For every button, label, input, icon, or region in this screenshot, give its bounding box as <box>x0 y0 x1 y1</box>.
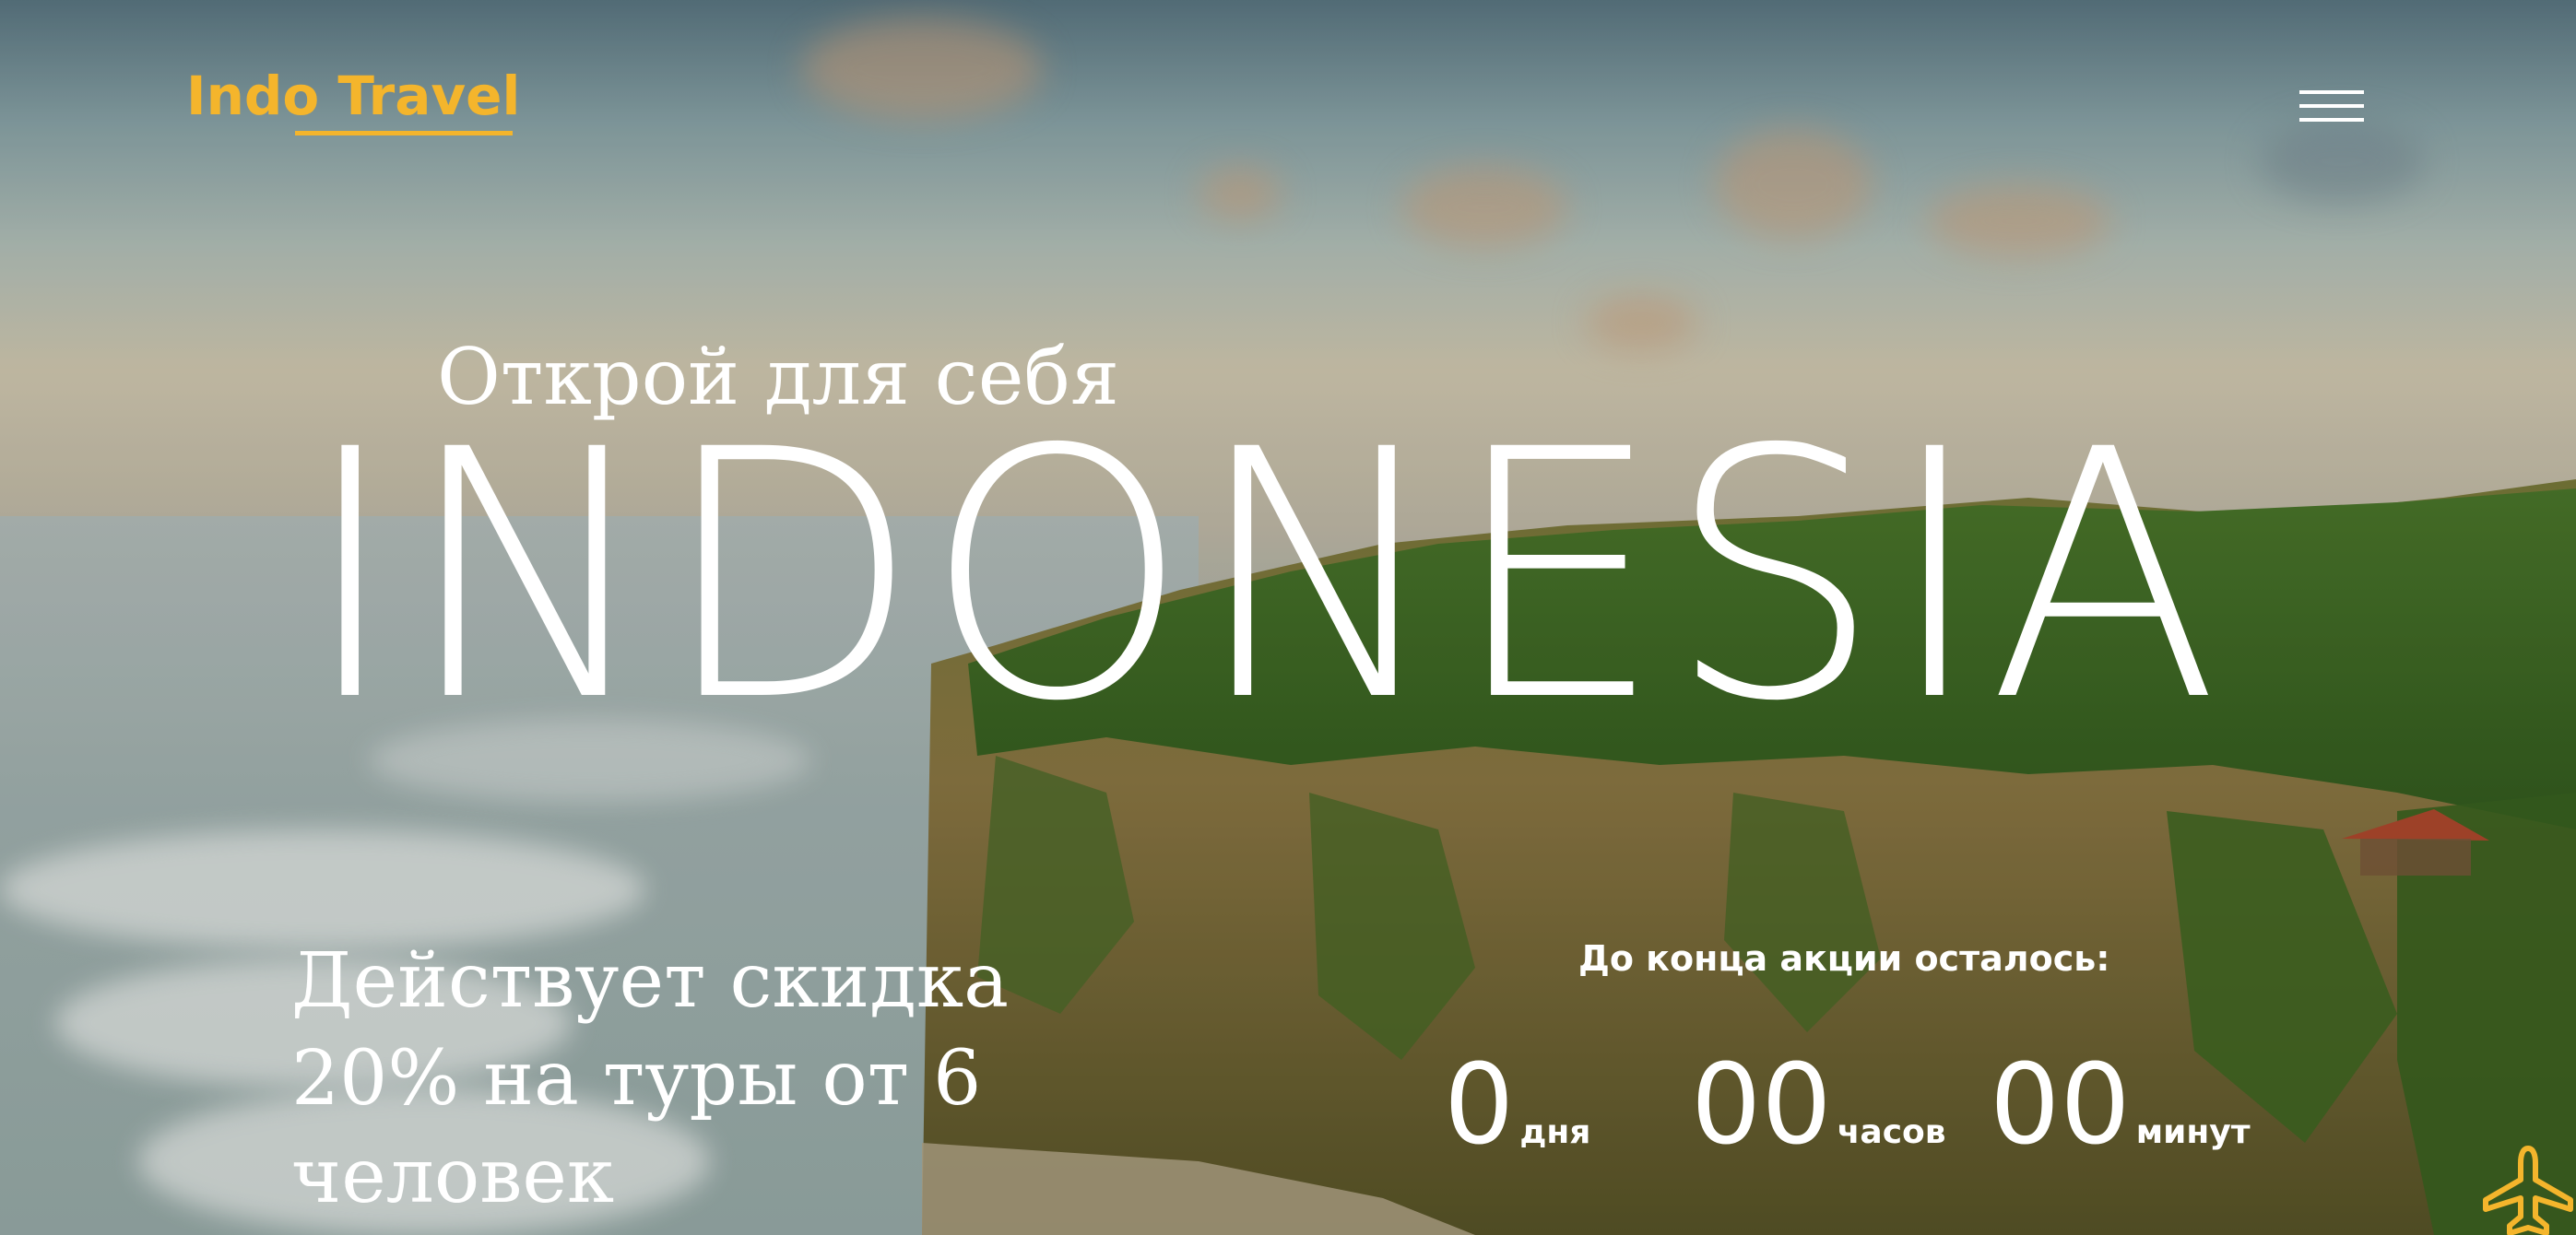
countdown-minutes: 00 минут <box>1990 1051 2251 1161</box>
countdown-minutes-unit: минут <box>2135 1113 2251 1151</box>
countdown-days-unit: дня <box>1519 1113 1591 1151</box>
countdown-days-value: 0 <box>1444 1041 1515 1170</box>
hamburger-line <box>2299 90 2364 94</box>
logo-underline <box>295 131 513 135</box>
countdown-hours-value: 00 <box>1691 1041 1832 1170</box>
promo-text: Действует скидка 20% на туры от 6 челове… <box>291 937 1009 1220</box>
countdown-label: До конца акции осталось: <box>1578 938 2110 979</box>
countdown-days: 0 дня <box>1444 1051 1590 1161</box>
logo[interactable]: Indo Travel <box>186 65 520 127</box>
airplane-icon[interactable] <box>2480 1143 2576 1235</box>
hamburger-line <box>2299 104 2364 108</box>
hamburger-line <box>2299 118 2364 122</box>
countdown-minutes-value: 00 <box>1990 1041 2131 1170</box>
hamburger-menu-button[interactable] <box>2299 90 2364 124</box>
countdown-hours-unit: часов <box>1837 1113 1946 1151</box>
hero-title: INDONESIA <box>301 377 2224 776</box>
countdown-hours: 00 часов <box>1691 1051 1946 1161</box>
